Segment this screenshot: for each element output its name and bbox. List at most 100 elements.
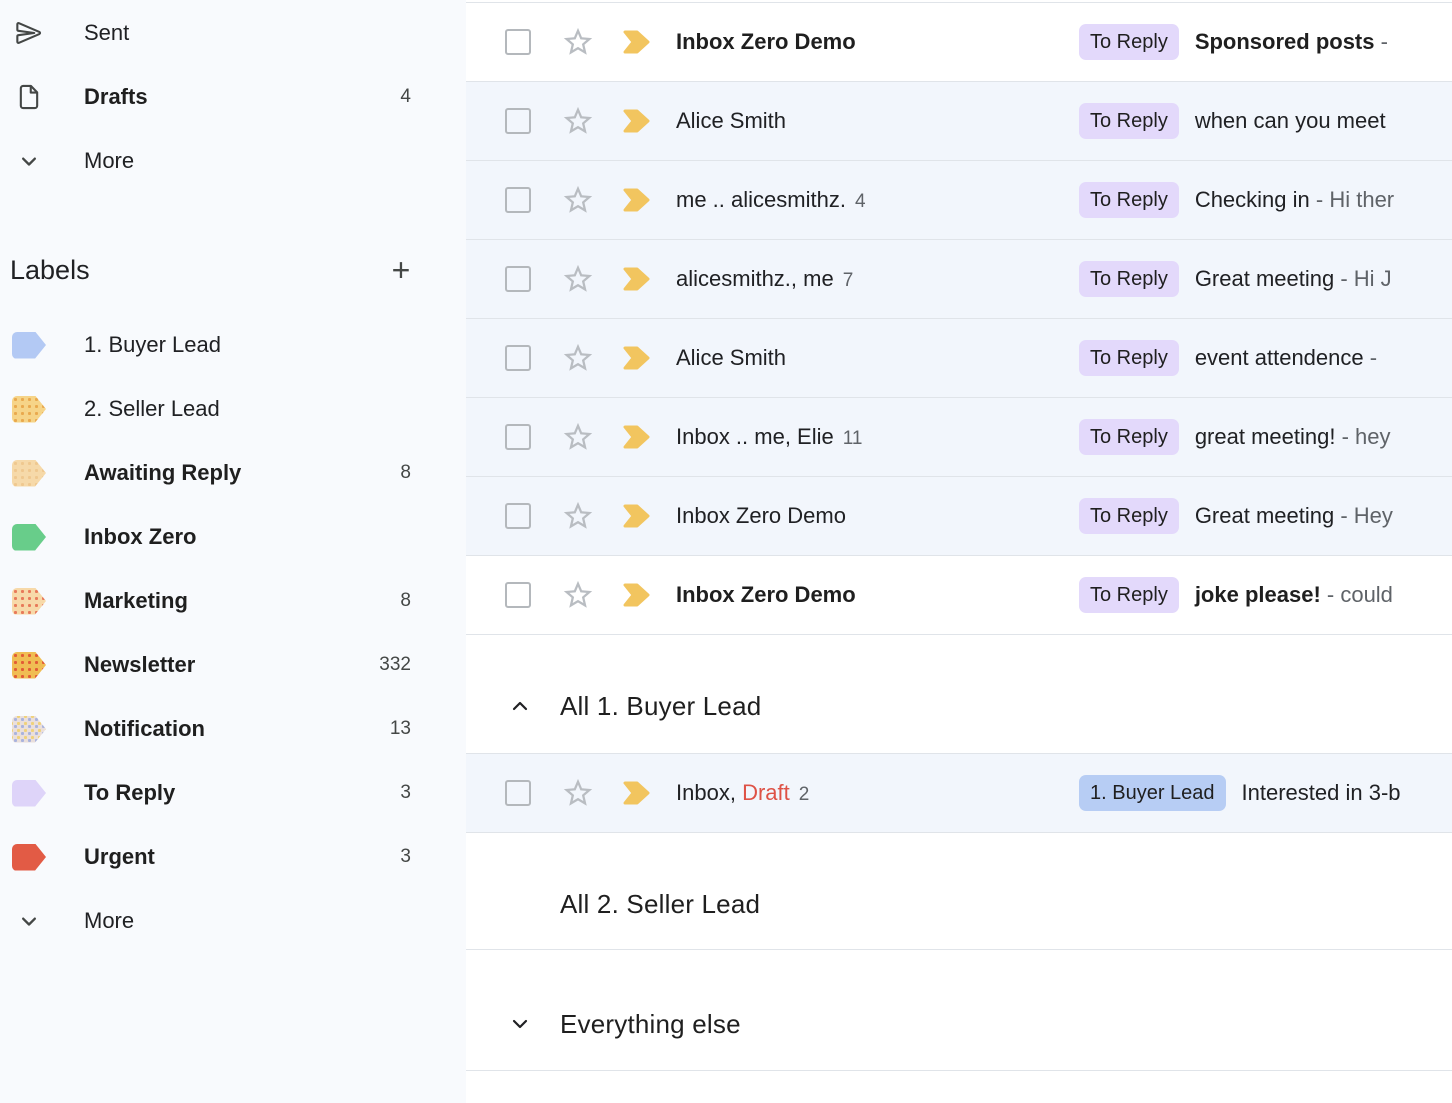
label-chip-to-reply[interactable]: To Reply bbox=[1079, 419, 1179, 455]
star-icon[interactable] bbox=[561, 776, 595, 810]
label-count: 13 bbox=[390, 718, 411, 740]
label-name: Marketing bbox=[84, 588, 188, 614]
label-chip-to-reply[interactable]: To Reply bbox=[1079, 577, 1179, 613]
label-chip-to-reply[interactable]: To Reply bbox=[1079, 103, 1179, 139]
snippet: could bbox=[1340, 582, 1393, 608]
snippet: Hi J bbox=[1354, 266, 1392, 292]
label-tag-icon bbox=[12, 844, 46, 871]
sidebar-item-label: Sent bbox=[84, 20, 129, 46]
section-everything-else[interactable]: Everything else bbox=[466, 950, 1452, 1071]
subject: Sponsored posts bbox=[1195, 29, 1375, 55]
star-icon[interactable] bbox=[561, 25, 595, 59]
sender: Inbox Zero Demo bbox=[676, 29, 1079, 55]
sender: alicesmithz., me7 bbox=[676, 266, 1079, 292]
importance-marker-icon[interactable] bbox=[621, 30, 651, 54]
sidebar-label-buyer-lead[interactable]: 1. Buyer Lead bbox=[0, 313, 466, 377]
email-row[interactable]: alicesmithz., me7 To Reply Great meeting… bbox=[466, 240, 1452, 319]
star-icon[interactable] bbox=[561, 341, 595, 375]
select-checkbox[interactable] bbox=[505, 345, 531, 371]
label-chip-to-reply[interactable]: To Reply bbox=[1079, 498, 1179, 534]
email-row[interactable]: Inbox .. me, Elie11 To Reply great meeti… bbox=[466, 398, 1452, 477]
sidebar-label-newsletter[interactable]: Newsletter 332 bbox=[0, 633, 466, 697]
snippet: Hey bbox=[1354, 503, 1393, 529]
select-checkbox[interactable] bbox=[505, 29, 531, 55]
star-icon[interactable] bbox=[561, 578, 595, 612]
importance-marker-icon[interactable] bbox=[621, 267, 651, 291]
label-name: Notification bbox=[84, 716, 205, 742]
select-checkbox[interactable] bbox=[505, 780, 531, 806]
draft-icon bbox=[14, 82, 44, 112]
email-row[interactable]: Inbox, Draft2 1. Buyer Lead Interested i… bbox=[466, 754, 1452, 833]
label-name: Newsletter bbox=[84, 652, 195, 678]
importance-marker-icon[interactable] bbox=[621, 188, 651, 212]
sidebar-item-label: Drafts bbox=[84, 84, 148, 110]
sidebar-item-sent[interactable]: Sent bbox=[0, 1, 466, 65]
select-checkbox[interactable] bbox=[505, 424, 531, 450]
select-checkbox[interactable] bbox=[505, 503, 531, 529]
sender: Inbox Zero Demo bbox=[676, 582, 1079, 608]
sidebar-label-notification[interactable]: Notification 13 bbox=[0, 697, 466, 761]
sidebar-item-label: More bbox=[84, 148, 134, 174]
snippet: hey bbox=[1355, 424, 1390, 450]
star-icon[interactable] bbox=[561, 183, 595, 217]
label-chip-buyer-lead[interactable]: 1. Buyer Lead bbox=[1079, 775, 1226, 811]
label-tag-icon bbox=[12, 716, 46, 743]
labels-list: 1. Buyer Lead 2. Seller Lead Awaiting Re… bbox=[0, 313, 466, 953]
importance-marker-icon[interactable] bbox=[621, 425, 651, 449]
sidebar-label-seller-lead[interactable]: 2. Seller Lead bbox=[0, 377, 466, 441]
subject-area: 1. Buyer Lead Interested in 3-b bbox=[1079, 775, 1452, 811]
sidebar-item-drafts[interactable]: Drafts 4 bbox=[0, 65, 466, 129]
sidebar-item-more[interactable]: More bbox=[0, 129, 466, 193]
label-name: 2. Seller Lead bbox=[84, 396, 220, 422]
subject-area: To Reply Great meeting - Hi J bbox=[1079, 261, 1452, 297]
label-chip-to-reply[interactable]: To Reply bbox=[1079, 261, 1179, 297]
importance-marker-icon[interactable] bbox=[621, 781, 651, 805]
importance-marker-icon[interactable] bbox=[621, 504, 651, 528]
subject-area: To Reply when can you meet bbox=[1079, 103, 1452, 139]
email-row[interactable]: Inbox Zero Demo To Reply Great meeting -… bbox=[466, 477, 1452, 556]
star-icon[interactable] bbox=[561, 499, 595, 533]
snippet: Hi ther bbox=[1329, 187, 1394, 213]
importance-marker-icon[interactable] bbox=[621, 346, 651, 370]
sidebar-label-inbox-zero[interactable]: Inbox Zero bbox=[0, 505, 466, 569]
select-checkbox[interactable] bbox=[505, 582, 531, 608]
label-name: To Reply bbox=[84, 780, 175, 806]
label-name: Inbox Zero bbox=[84, 524, 196, 550]
label-chip-to-reply[interactable]: To Reply bbox=[1079, 24, 1179, 60]
select-checkbox[interactable] bbox=[505, 266, 531, 292]
subject: joke please! bbox=[1195, 582, 1321, 608]
label-tag-icon bbox=[12, 396, 46, 423]
email-row[interactable]: me .. alicesmithz.4 To Reply Checking in… bbox=[466, 161, 1452, 240]
label-count: 8 bbox=[400, 462, 411, 484]
importance-marker-icon[interactable] bbox=[621, 109, 651, 133]
add-label-button[interactable]: + bbox=[385, 254, 417, 286]
email-row[interactable]: Alice Smith To Reply event attendence - bbox=[466, 319, 1452, 398]
chevron-down-icon[interactable] bbox=[507, 1011, 533, 1037]
importance-marker-icon[interactable] bbox=[621, 583, 651, 607]
email-row[interactable]: Inbox Zero Demo To Reply Sponsored posts… bbox=[466, 3, 1452, 82]
subject: Great meeting bbox=[1195, 503, 1334, 529]
chevron-down-icon bbox=[14, 146, 44, 176]
sender: Alice Smith bbox=[676, 345, 1079, 371]
section-title: All 2. Seller Lead bbox=[560, 889, 760, 920]
labels-header: Labels + bbox=[0, 238, 466, 302]
email-row[interactable]: Inbox Zero Demo To Reply joke please! - … bbox=[466, 556, 1452, 635]
section-buyer-lead[interactable]: All 1. Buyer Lead bbox=[466, 635, 1452, 754]
sidebar-label-awaiting-reply[interactable]: Awaiting Reply 8 bbox=[0, 441, 466, 505]
star-icon[interactable] bbox=[561, 262, 595, 296]
sidebar-label-marketing[interactable]: Marketing 8 bbox=[0, 569, 466, 633]
label-chip-to-reply[interactable]: To Reply bbox=[1079, 182, 1179, 218]
email-row[interactable]: Alice Smith To Reply when can you meet bbox=[466, 82, 1452, 161]
section-seller-lead[interactable]: All 2. Seller Lead bbox=[466, 833, 1452, 950]
label-chip-to-reply[interactable]: To Reply bbox=[1079, 340, 1179, 376]
sidebar-label-urgent[interactable]: Urgent 3 bbox=[0, 825, 466, 889]
star-icon[interactable] bbox=[561, 420, 595, 454]
select-checkbox[interactable] bbox=[505, 108, 531, 134]
sidebar-label-to-reply[interactable]: To Reply 3 bbox=[0, 761, 466, 825]
select-checkbox[interactable] bbox=[505, 187, 531, 213]
sidebar-labels-more[interactable]: More bbox=[0, 889, 466, 953]
star-icon[interactable] bbox=[561, 104, 595, 138]
chevron-up-icon[interactable] bbox=[507, 693, 533, 719]
subject: Checking in bbox=[1195, 187, 1310, 213]
label-count: 332 bbox=[379, 654, 411, 676]
